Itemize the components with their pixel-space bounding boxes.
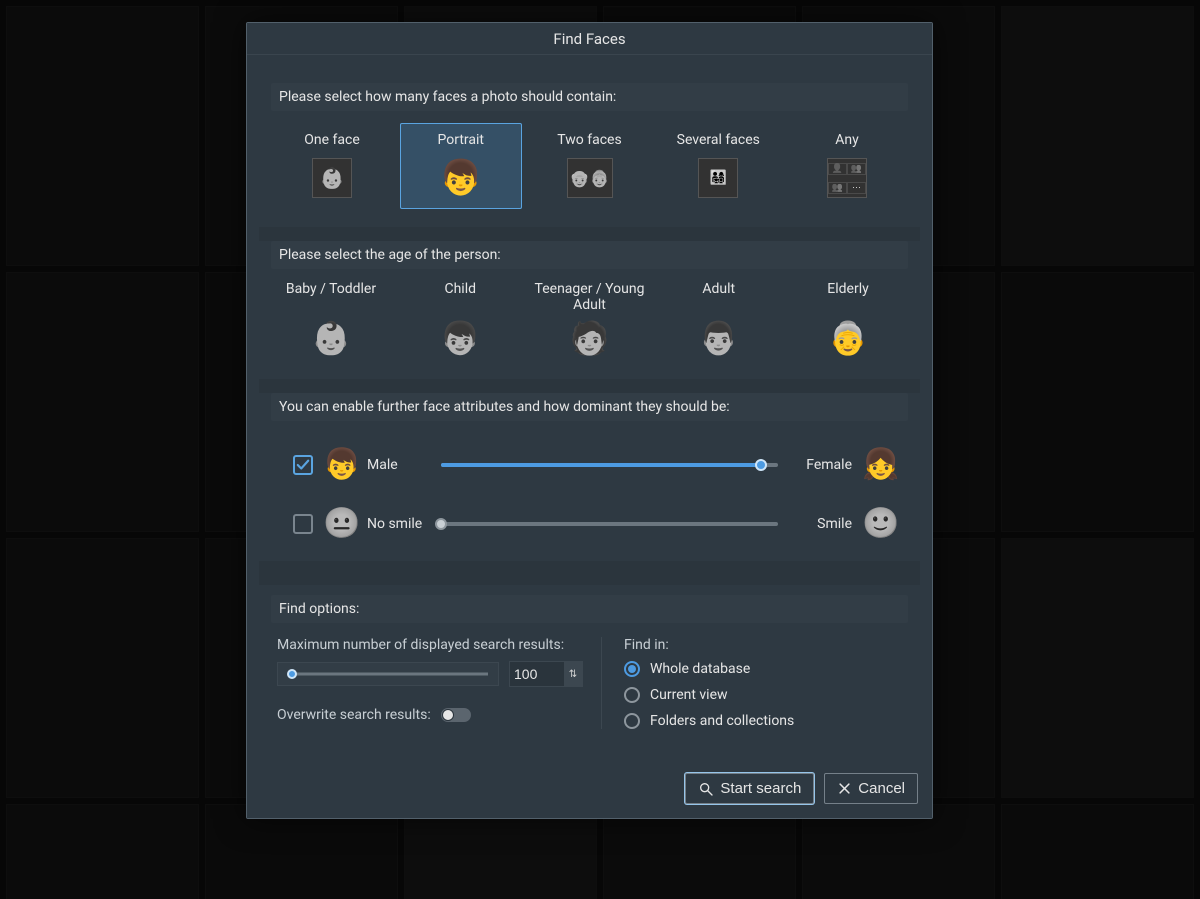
age-options: Baby / Toddler 👶 Child 👦 Teenager / Youn… <box>271 269 908 379</box>
smile-right-label: Smile <box>796 516 852 532</box>
attribute-smile-row: 😐 No smile Smile 🙂 <box>293 494 896 553</box>
gender-left-label: Male <box>367 457 423 473</box>
overwrite-toggle[interactable] <box>441 708 471 722</box>
smile-slider[interactable] <box>441 514 778 534</box>
radio-icon <box>624 687 640 703</box>
facecount-options: One face 👶 Portrait 👦 Two faces 👴👵 Sever… <box>271 111 908 227</box>
gender-slider[interactable] <box>441 455 778 475</box>
smile-face-icon: 🙂 <box>862 506 896 541</box>
age-label: Baby / Toddler <box>271 281 391 313</box>
boy-face-icon: 👦 <box>441 158 481 198</box>
close-icon <box>837 781 852 796</box>
max-results-label: Maximum number of displayed search resul… <box>277 637 583 653</box>
facecount-one-face[interactable]: One face 👶 <box>271 123 393 209</box>
radio-icon <box>624 661 640 677</box>
age-label: Adult <box>659 281 779 313</box>
findin-folders-collections[interactable]: Folders and collections <box>624 713 902 729</box>
start-search-button[interactable]: Start search <box>685 773 814 804</box>
facecount-label: Several faces <box>662 132 774 148</box>
grid-any-icon: 👤👥👥⋯ <box>827 158 867 198</box>
findin-option-label: Current view <box>650 687 728 703</box>
max-results-slider[interactable] <box>277 662 499 686</box>
facecount-any[interactable]: Any 👤👥👥⋯ <box>786 123 908 209</box>
attributes-header: You can enable further face attributes a… <box>271 393 908 421</box>
check-icon <box>296 458 310 472</box>
findin-whole-database[interactable]: Whole database <box>624 661 902 677</box>
age-adult[interactable]: Adult 👨 <box>659 281 779 357</box>
age-child[interactable]: Child 👦 <box>400 281 520 357</box>
facecount-label: Two faces <box>534 132 646 148</box>
teen-icon: 🧑 <box>570 319 610 357</box>
smile-checkbox[interactable] <box>293 514 313 534</box>
family-icon: 👨‍👩‍👧‍👦 <box>698 158 738 198</box>
findin-option-label: Folders and collections <box>650 713 794 729</box>
findin-label: Find in: <box>624 637 902 653</box>
age-label: Elderly <box>788 281 908 313</box>
spin-buttons-icon[interactable]: ⇅ <box>564 662 582 686</box>
age-label: Teenager / Young Adult <box>530 281 650 313</box>
no-smile-face-icon: 😐 <box>323 506 357 541</box>
find-faces-dialog: Find Faces Please select how many faces … <box>246 22 933 819</box>
elderly-icon: 👵 <box>828 319 868 357</box>
find-options-header: Find options: <box>271 595 908 623</box>
gender-right-label: Female <box>796 457 852 473</box>
findin-current-view[interactable]: Current view <box>624 687 902 703</box>
baby-face-icon: 👶 <box>312 158 352 198</box>
facecount-portrait[interactable]: Portrait 👦 <box>400 123 522 209</box>
age-baby-toddler[interactable]: Baby / Toddler 👶 <box>271 281 391 357</box>
max-results-input[interactable] <box>510 666 564 682</box>
age-label: Child <box>400 281 520 313</box>
facecount-label: One face <box>276 132 388 148</box>
findin-option-label: Whole database <box>650 661 750 677</box>
female-face-icon: 👧 <box>862 447 896 482</box>
facecount-two-faces[interactable]: Two faces 👴👵 <box>529 123 651 209</box>
two-faces-icon: 👴👵 <box>567 158 613 198</box>
facecount-label: Portrait <box>405 132 517 148</box>
facecount-header: Please select how many faces a photo sho… <box>271 83 908 111</box>
dialog-title: Find Faces <box>247 23 932 55</box>
search-icon <box>698 781 714 797</box>
facecount-label: Any <box>791 132 903 148</box>
smile-left-label: No smile <box>367 516 423 532</box>
male-face-icon: 👦 <box>323 447 357 482</box>
age-header: Please select the age of the person: <box>271 241 908 269</box>
adult-icon: 👨 <box>699 319 739 357</box>
overwrite-label: Overwrite search results: <box>277 707 431 723</box>
baby-icon: 👶 <box>311 319 351 357</box>
max-results-spinbox[interactable]: ⇅ <box>509 661 583 687</box>
cancel-button[interactable]: Cancel <box>824 773 918 804</box>
cancel-label: Cancel <box>858 780 905 797</box>
attribute-gender-row: 👦 Male Female 👧 <box>293 435 896 494</box>
facecount-several-faces[interactable]: Several faces 👨‍👩‍👧‍👦 <box>657 123 779 209</box>
gender-checkbox[interactable] <box>293 455 313 475</box>
radio-icon <box>624 713 640 729</box>
age-elderly[interactable]: Elderly 👵 <box>788 281 908 357</box>
start-search-label: Start search <box>720 780 801 797</box>
child-icon: 👦 <box>440 319 480 357</box>
age-teenager[interactable]: Teenager / Young Adult 🧑 <box>530 281 650 357</box>
